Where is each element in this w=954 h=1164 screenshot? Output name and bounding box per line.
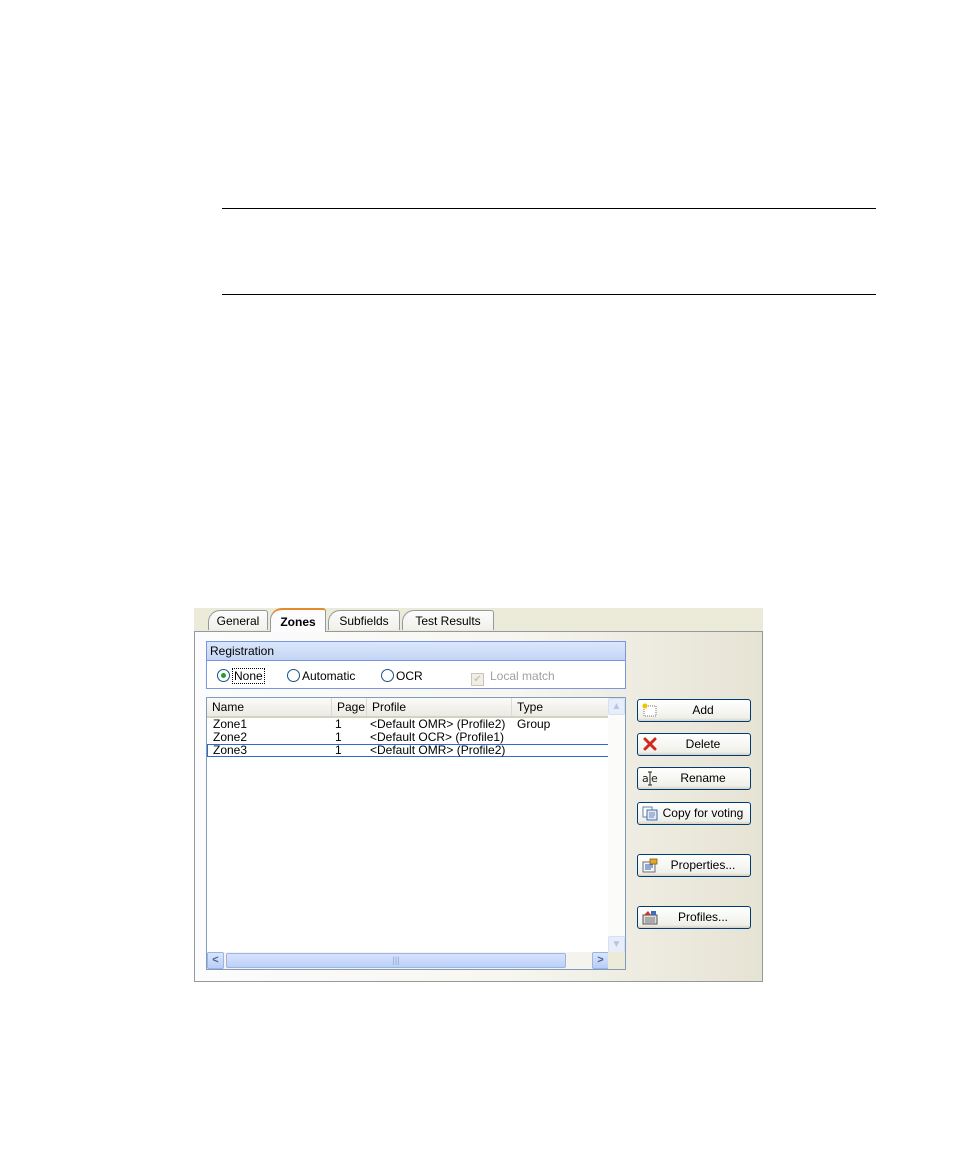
column-header-type[interactable]: Type: [512, 698, 609, 716]
bottom-rule: [222, 294, 876, 295]
add-label: Add: [692, 703, 714, 717]
properties-icon: [642, 858, 658, 873]
add-zone-icon: [642, 703, 657, 717]
list-header: Name Page Profile Type: [207, 698, 609, 718]
profiles-button[interactable]: Profiles...: [637, 906, 751, 929]
add-button[interactable]: Add: [637, 699, 751, 722]
rename-button[interactable]: a e Rename: [637, 767, 751, 790]
local-match-checkbox[interactable]: ✔ Local match: [471, 668, 555, 686]
delete-button[interactable]: Delete: [637, 733, 751, 756]
tab-subfields[interactable]: Subfields: [328, 610, 400, 630]
horizontal-scrollbar[interactable]: < ||| >: [207, 952, 609, 969]
properties-button[interactable]: Properties...: [637, 854, 751, 877]
profiles-icon: [642, 911, 658, 925]
vertical-scrollbar[interactable]: ▲ ▼: [608, 698, 625, 953]
zones-dialog: General Test Results Subfields Zones Reg…: [194, 608, 763, 982]
svg-text:e: e: [651, 772, 658, 785]
radio-none[interactable]: None: [217, 668, 265, 684]
radio-automatic-label: Automatic: [302, 669, 356, 683]
top-rule: [222, 208, 876, 209]
zone-page: 1: [335, 743, 342, 757]
copy-for-voting-button[interactable]: Copy for voting: [637, 802, 751, 825]
radio-ocr[interactable]: OCR: [381, 668, 423, 684]
zones-list[interactable]: Name Page Profile Type Zone1 1 <Default …: [206, 697, 626, 970]
rename-label: Rename: [680, 771, 726, 785]
horizontal-scroll-thumb[interactable]: |||: [226, 953, 566, 968]
radio-ocr-label: OCR: [396, 669, 423, 683]
tab-zones[interactable]: Zones: [270, 608, 326, 632]
rename-text-icon: a e: [642, 771, 658, 786]
scroll-down-icon[interactable]: ▼: [608, 936, 625, 953]
scroll-right-icon[interactable]: >: [592, 952, 609, 969]
copy-for-voting-label: Copy for voting: [662, 806, 744, 820]
zone-profile: <Default OMR> (Profile2): [370, 743, 506, 757]
radio-automatic[interactable]: Automatic: [287, 668, 355, 684]
registration-title: Registration: [207, 642, 625, 661]
delete-label: Delete: [685, 737, 721, 751]
local-match-label: Local match: [490, 669, 555, 683]
scroll-up-icon[interactable]: ▲: [608, 698, 625, 715]
tab-test-results[interactable]: Test Results: [402, 610, 494, 630]
scrollbar-corner: [608, 952, 625, 969]
radio-none-indicator: [217, 669, 230, 682]
scroll-left-icon[interactable]: <: [207, 952, 224, 969]
column-header-profile[interactable]: Profile: [367, 698, 512, 716]
tab-general[interactable]: General: [208, 610, 268, 630]
registration-group: Registration None Automatic OCR ✔ Local m…: [206, 641, 626, 689]
tab-strip: General Test Results Subfields Zones: [194, 608, 763, 632]
radio-ocr-indicator: [381, 669, 394, 682]
table-row-selected[interactable]: Zone3 1 <Default OMR> (Profile2): [207, 744, 609, 757]
profiles-label: Profiles...: [677, 910, 728, 924]
radio-automatic-indicator: [287, 669, 300, 682]
radio-none-label: None: [232, 668, 265, 684]
checkmark-icon: ✔: [471, 673, 484, 686]
column-header-name[interactable]: Name: [207, 698, 332, 716]
svg-text:a: a: [642, 772, 649, 785]
properties-label: Properties...: [670, 858, 736, 872]
zone-name: Zone3: [213, 743, 248, 757]
column-header-page[interactable]: Page: [332, 698, 367, 716]
copy-icon: [642, 806, 658, 821]
zone-type: Group: [517, 717, 551, 731]
delete-x-icon: [643, 737, 657, 751]
